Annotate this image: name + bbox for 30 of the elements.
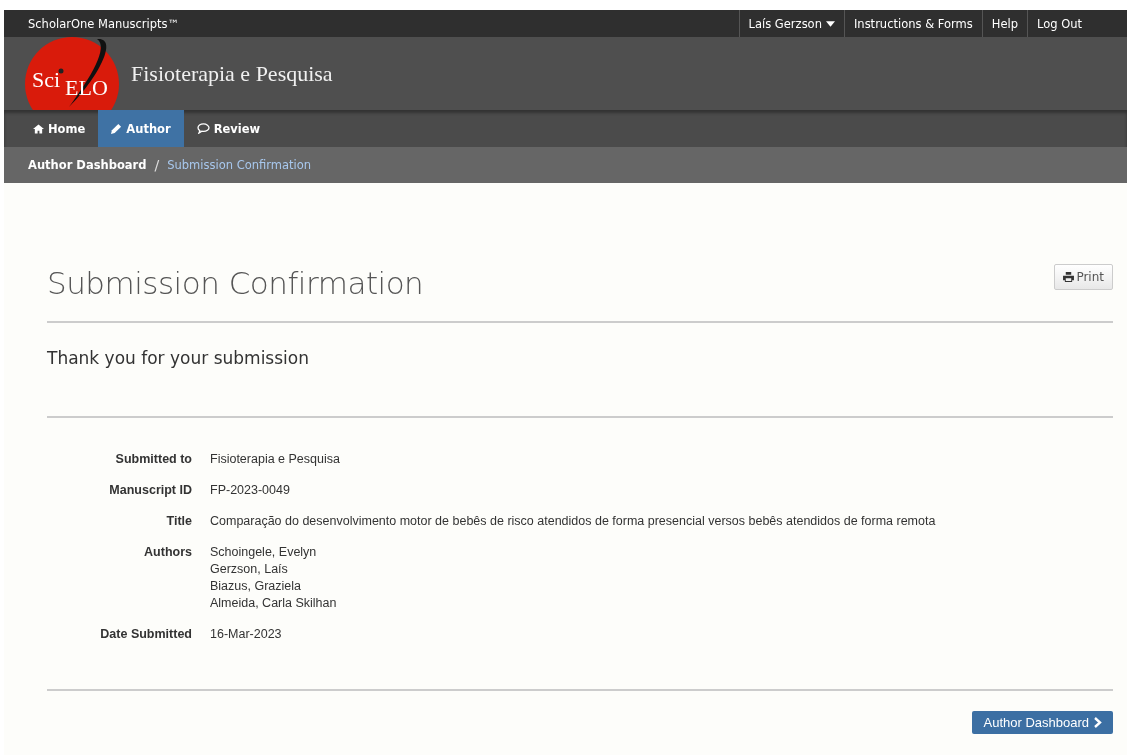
detail-value: Biazus, Graziela xyxy=(210,579,302,593)
detail-value: Gerzson, Laís xyxy=(210,562,289,576)
chevron-right-icon xyxy=(1094,717,1102,728)
breadcrumb-separator: / xyxy=(154,157,160,173)
author-dashboard-button[interactable]: Author Dashboard xyxy=(972,711,1113,734)
detail-label: Submitted to xyxy=(114,452,192,466)
nav-tab[interactable]: Home xyxy=(20,110,99,147)
printer-icon xyxy=(1063,272,1075,282)
pencil-icon xyxy=(111,123,123,134)
detail-value: 16-Mar-2023 xyxy=(210,627,283,641)
detail-value: Fisioterapia e Pesquisa xyxy=(210,452,341,466)
detail-label: Date Submitted xyxy=(99,627,192,641)
home-icon xyxy=(33,123,44,134)
detail-value: Schoingele, Evelyn xyxy=(210,545,318,559)
detail-label: Authors xyxy=(143,545,192,561)
breadcrumb-link[interactable]: Author Dashboard xyxy=(28,158,147,172)
speech-bubble-icon xyxy=(196,123,210,134)
brand-name: ScholarOne Manuscripts™ xyxy=(28,16,180,31)
subtitle: Thank you for your submission xyxy=(47,347,310,370)
detail-value: Almeida, Carla Skilhan xyxy=(210,596,338,610)
journal-title: Fisioterapia e Pesquisa xyxy=(131,60,333,87)
detail-value: Comparação do desenvolvimento motor de bebês de risco atendidos de forma presencial versos bebês atendidos de forma remota xyxy=(210,514,937,528)
detail-value: FP-2023-0049 xyxy=(210,483,291,497)
detail-label: Title xyxy=(165,514,192,528)
nav-tab[interactable]: Review xyxy=(183,110,274,147)
nav-tab[interactable]: Author xyxy=(98,110,184,147)
page-title: Submission Confirmation xyxy=(47,265,424,301)
caret-icon xyxy=(825,20,835,27)
detail-label: Manuscript ID xyxy=(108,483,192,497)
print-button[interactable]: Print xyxy=(1054,264,1113,290)
